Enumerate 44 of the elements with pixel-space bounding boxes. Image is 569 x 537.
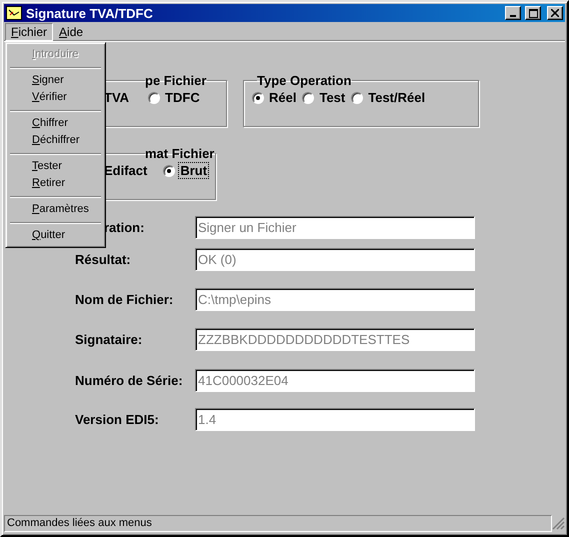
text-field[interactable]: 41C000032E04 <box>195 369 475 392</box>
option-label: Brut <box>179 163 208 178</box>
menu-entry[interactable]: Signer <box>8 72 103 89</box>
option-label: TVA <box>103 90 130 105</box>
field-label: Version EDI5: <box>75 412 160 427</box>
radio-button[interactable] <box>351 92 364 104</box>
field-label: Nom de Fichier: <box>75 292 174 307</box>
app-icon <box>6 6 22 20</box>
window-title: Signature TVA/TDFC <box>26 6 154 20</box>
radio-button[interactable] <box>252 92 264 104</box>
text-field[interactable]: 1.4 <box>195 408 475 431</box>
text-field[interactable]: OK (0) <box>195 248 475 271</box>
text-field[interactable]: Signer un Fichier <box>195 216 475 239</box>
group-label: mat Fichier <box>145 146 216 161</box>
radio-button[interactable] <box>302 92 314 104</box>
maximize-button[interactable] <box>525 6 541 20</box>
text-field[interactable]: ZZZBBKDDDDDDDDDDDTESTTES <box>195 328 475 351</box>
option-label: Test/Réel <box>367 90 426 105</box>
field-label: Signataire: <box>75 332 144 347</box>
close-button[interactable] <box>547 6 563 20</box>
option-label: Réel <box>268 90 298 105</box>
field-label: Résultat: <box>75 252 132 267</box>
group-label: pe Fichier <box>145 73 208 88</box>
minimize-button[interactable] <box>505 6 521 20</box>
menu-entry[interactable]: Retirer <box>8 175 103 192</box>
option-label: TDFC <box>164 90 201 105</box>
menu-entry[interactable]: Chiffrer <box>8 115 103 132</box>
menu-entry[interactable]: Déchiffrer <box>8 132 103 149</box>
radio-button[interactable] <box>163 164 176 176</box>
field-label: Numéro de Série: <box>75 373 184 388</box>
menu-item[interactable]: Fichier <box>5 22 54 40</box>
radio-button[interactable] <box>148 92 160 104</box>
close-icon <box>551 9 559 17</box>
group-label: Type Operation <box>257 73 352 88</box>
menu-entry[interactable]: Paramètres <box>8 201 103 218</box>
menu-entry[interactable]: Vérifier <box>8 89 103 106</box>
text-field[interactable]: C:\tmp\epins <box>195 288 475 311</box>
option-label: Test <box>318 90 346 105</box>
resize-grip-icon <box>552 517 565 530</box>
menu-entry[interactable]: Quitter <box>8 227 103 244</box>
maximize-icon <box>528 8 538 18</box>
menu-entry[interactable]: Tester <box>8 158 103 175</box>
status-bar: Commandes liées aux menus <box>4 515 552 532</box>
menu-item[interactable]: Aide <box>53 22 90 40</box>
